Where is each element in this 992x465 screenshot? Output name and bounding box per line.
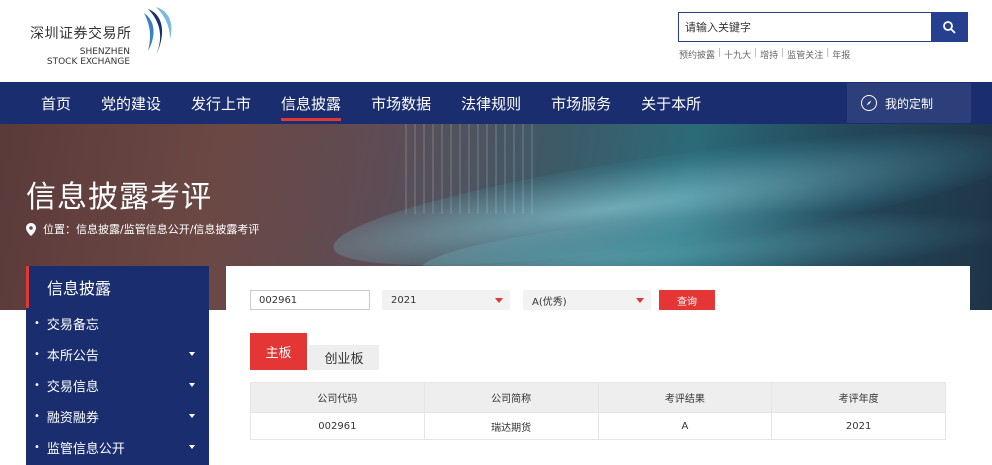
hot-keyword-links: 预约披露 | 十九大 | 增持 | 监管关注 | 年报 [679, 48, 850, 61]
logo-name-en-line1: SHENZHEN [79, 47, 130, 57]
nav-item-about[interactable]: 关于本所 [626, 82, 716, 124]
hot-link[interactable]: 十九大 [724, 48, 751, 61]
sidebar-item-supervision[interactable]: • 监管信息公开 [26, 432, 209, 463]
main-panel: 002961 2021 A(优秀) 查询 主板 创业板 公司代码 公司简称 考评… [226, 266, 970, 465]
nav-item-rules[interactable]: 法律规则 [446, 82, 536, 124]
my-custom-label: 我的定制 [885, 96, 934, 111]
caret-down-icon [189, 445, 195, 449]
separator: | [826, 48, 830, 58]
my-custom-button[interactable]: 我的定制 [847, 83, 971, 123]
sidebar-item-label: 监管信息公开 [46, 442, 125, 457]
nav-item-disclosure[interactable]: 信息披露 [266, 82, 356, 124]
page-title: 信息披露考评 [26, 180, 212, 215]
nav-item-home[interactable]: 首页 [26, 82, 86, 124]
szse-sail-logo-icon [144, 7, 172, 55]
dropdown-arrow-icon [636, 298, 644, 303]
company-code-input[interactable]: 002961 [250, 290, 370, 310]
year-select-value: 2021 [391, 294, 417, 306]
column-header: 考评结果 [597, 382, 773, 413]
year-select[interactable]: 2021 [382, 290, 510, 310]
search-box [678, 12, 968, 42]
result-select-value: A(优秀) [532, 296, 567, 308]
search-input[interactable] [679, 13, 931, 41]
cell-company-name[interactable]: 瑞达期货 [423, 412, 599, 440]
sidebar-item-margin[interactable]: • 融资融券 [26, 401, 209, 432]
tab-chinext[interactable]: 创业板 [309, 345, 379, 370]
caret-down-icon [189, 352, 195, 356]
cell-result: A [597, 412, 773, 440]
bullet-icon: • [34, 411, 40, 422]
logo-name-cn: 深圳证券交易所 [30, 26, 132, 42]
sidebar-item-label: 交易信息 [46, 380, 99, 395]
logo-name-en-line2: STOCK EXCHANGE [46, 57, 130, 67]
results-table: 公司代码 公司简称 考评结果 考评年度 002961 瑞达期货 A 2021 [250, 382, 946, 440]
search-button[interactable] [931, 13, 967, 41]
table-header-row: 公司代码 公司简称 考评结果 考评年度 [250, 382, 946, 413]
sidebar-item-label: 本所公告 [46, 349, 99, 364]
sidebar-title[interactable]: 信息披露 [26, 266, 209, 308]
bullet-icon: • [34, 349, 40, 360]
sidebar-item-trading-info[interactable]: • 交易信息 [26, 370, 209, 401]
tab-main-board[interactable]: 主板 [250, 333, 307, 370]
sidebar-item-announcements[interactable]: • 本所公告 [26, 339, 209, 370]
hot-link[interactable]: 增持 [760, 48, 778, 61]
nav-item-services[interactable]: 市场服务 [536, 82, 626, 124]
query-button[interactable]: 查询 [659, 290, 715, 310]
nav-item-market-data[interactable]: 市场数据 [356, 82, 446, 124]
compass-icon [861, 95, 877, 111]
bullet-icon: • [34, 380, 40, 391]
column-header: 公司代码 [250, 382, 425, 413]
site-header: 深圳证券交易所 SHENZHEN STOCK EXCHANGE 预约披露 | 十… [0, 0, 992, 82]
site-logo[interactable]: 深圳证券交易所 SHENZHEN STOCK EXCHANGE [30, 5, 175, 70]
sidebar-item-label: 交易备忘 [46, 318, 99, 333]
breadcrumb: 位置：信息披露/监管信息公开/信息披露考评 [26, 221, 259, 237]
sidebar-item-label: 融资融券 [46, 411, 99, 426]
hot-link[interactable]: 预约披露 [679, 48, 715, 61]
main-nav: 首页 党的建设 发行上市 信息披露 市场数据 法律规则 市场服务 关于本所 我的… [0, 82, 992, 124]
bullet-icon: • [34, 442, 40, 453]
sidebar: 信息披露 • 交易备忘 • 本所公告 • 交易信息 • 融资融券 • 监管信息公… [26, 266, 209, 465]
sidebar-item-trading-memo[interactable]: • 交易备忘 [26, 308, 209, 339]
cell-year: 2021 [771, 412, 946, 440]
bullet-icon: • [34, 318, 40, 329]
table-row: 002961 瑞达期货 A 2021 [250, 412, 946, 440]
breadcrumb-text[interactable]: 位置：信息披露/监管信息公开/信息披露考评 [43, 221, 259, 237]
cell-company-code: 002961 [250, 412, 425, 440]
dropdown-arrow-icon [495, 298, 503, 303]
hot-link[interactable]: 年报 [832, 48, 850, 61]
nav-item-listing[interactable]: 发行上市 [176, 82, 266, 124]
location-pin-icon [26, 222, 36, 236]
separator: | [781, 48, 785, 58]
hot-link[interactable]: 监管关注 [787, 48, 823, 61]
nav-item-party[interactable]: 党的建设 [86, 82, 176, 124]
column-header: 公司简称 [423, 382, 599, 413]
separator: | [718, 48, 722, 58]
separator: | [754, 48, 758, 58]
result-select[interactable]: A(优秀) [523, 290, 651, 310]
search-icon [943, 21, 956, 34]
nav-items: 首页 党的建设 发行上市 信息披露 市场数据 法律规则 市场服务 关于本所 [26, 82, 716, 124]
logo-name-en: SHENZHEN STOCK EXCHANGE [30, 47, 130, 67]
caret-down-icon [189, 383, 195, 387]
caret-down-icon [189, 414, 195, 418]
column-header: 考评年度 [771, 382, 946, 413]
